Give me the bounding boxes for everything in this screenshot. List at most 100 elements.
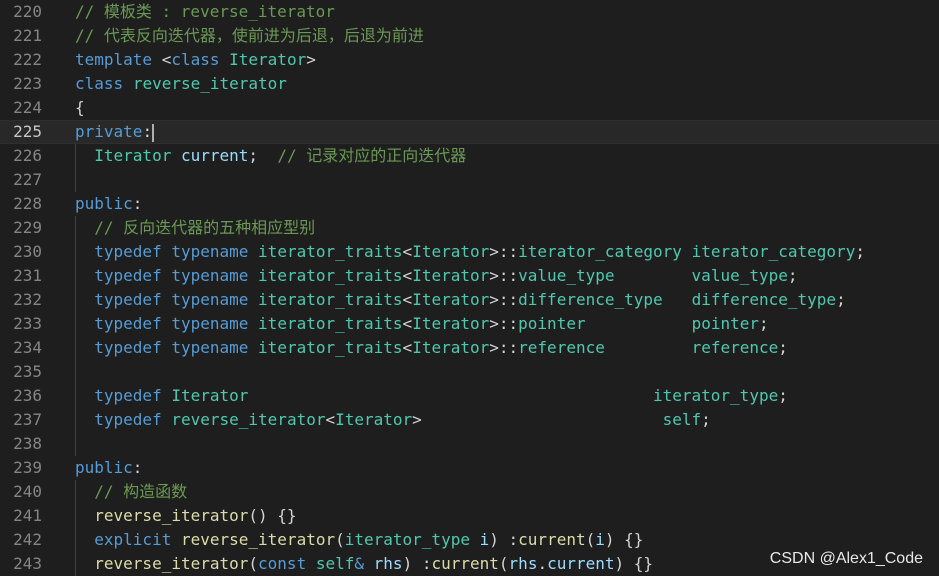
line-code: reverse_iterator() {} [75, 504, 297, 528]
code-token: const [258, 554, 307, 573]
line-code: typedef typename iterator_traits<Iterato… [75, 336, 788, 360]
code-token: < [402, 242, 413, 261]
code-line[interactable]: 228 public: [0, 192, 939, 216]
code-token: Iterator [335, 410, 413, 429]
code-line[interactable]: 230 typedef typename iterator_traits<Ite… [0, 240, 939, 264]
code-token: pointer [518, 314, 586, 333]
code-token: reverse_iterator [171, 410, 326, 429]
line-number: 237 [13, 410, 42, 429]
code-token: iterator_type [344, 530, 470, 549]
code-token: typedef [94, 410, 162, 429]
line-number: 239 [13, 458, 42, 477]
line-number: 228 [13, 194, 42, 213]
line-number: 230 [13, 242, 42, 261]
code-token: template [75, 50, 153, 69]
line-number: 236 [13, 386, 42, 405]
code-line[interactable]: 238 [0, 432, 939, 456]
line-code: private: [75, 121, 155, 143]
line-number: 242 [13, 530, 42, 549]
code-token: Iterator [412, 314, 490, 333]
code-line[interactable]: 220 // 模板类 : reverse_iterator [0, 0, 939, 24]
code-token: { [75, 98, 85, 117]
line-code: public: [75, 192, 142, 216]
code-line[interactable]: 229 // 反向迭代器的五种相应型别 [0, 216, 939, 240]
line-number: 238 [13, 434, 42, 453]
code-token: () {} [248, 506, 297, 525]
code-token: ; [759, 314, 769, 333]
code-line[interactable]: 235 [0, 360, 939, 384]
code-line[interactable]: 227 [0, 168, 939, 192]
code-token: ( [335, 530, 345, 549]
code-line[interactable]: 225 private: [0, 120, 939, 144]
line-number: 243 [13, 554, 42, 573]
code-token: ; [836, 290, 846, 309]
line-number: 229 [13, 218, 42, 237]
code-line[interactable]: 239 public: [0, 456, 939, 480]
code-token: typedef [94, 290, 162, 309]
code-token: rhs [373, 554, 403, 573]
code-token: self [662, 410, 702, 429]
code-token: reverse_iterator [132, 74, 287, 93]
code-token: class [75, 74, 124, 93]
code-token: current [547, 554, 615, 573]
code-line[interactable]: 236 typedef Iterator iterator_type; [0, 384, 939, 408]
code-token: ; [787, 266, 798, 285]
code-token: typename [171, 314, 249, 333]
line-code: reverse_iterator(const self& rhs) :curre… [75, 552, 653, 576]
code-token: Iterator [171, 386, 249, 405]
code-token: iterator_category [518, 242, 682, 261]
code-token: iterator_traits [258, 266, 403, 285]
code-line[interactable]: 241 reverse_iterator() {} [0, 504, 939, 528]
line-number: 234 [13, 338, 42, 357]
code-line[interactable]: 231 typedef typename iterator_traits<Ite… [0, 264, 939, 288]
line-number: 240 [13, 482, 42, 501]
code-token: Iterator [94, 146, 172, 165]
code-line[interactable]: 223 class reverse_iterator [0, 72, 939, 96]
line-code: template <class Iterator> [75, 48, 316, 72]
code-token: i [595, 530, 605, 549]
text-cursor [152, 123, 155, 142]
line-code: typedef reverse_iterator<Iterator> self; [75, 408, 711, 432]
code-line[interactable]: 226 Iterator current; // 记录对应的正向迭代器 [0, 144, 939, 168]
code-token: Iterator [412, 338, 490, 357]
code-token: < [152, 50, 172, 69]
code-line[interactable]: 221 // 代表反向迭代器，使前进为后退，后退为前进 [0, 24, 939, 48]
code-line[interactable]: 233 typedef typename iterator_traits<Ite… [0, 312, 939, 336]
code-token: typename [171, 290, 249, 309]
code-line[interactable]: 234 typedef typename iterator_traits<Ite… [0, 336, 939, 360]
code-token: typename [171, 242, 249, 261]
code-token: explicit [94, 530, 172, 549]
code-line[interactable]: 232 typedef typename iterator_traits<Ite… [0, 288, 939, 312]
code-token: typedef [94, 242, 162, 261]
code-token: // 模板类 : reverse_iterator [75, 2, 335, 21]
line-number: 233 [13, 314, 42, 333]
code-token: current [431, 554, 499, 573]
code-line[interactable]: 242 explicit reverse_iterator(iterator_t… [0, 528, 939, 552]
code-line[interactable]: 237 typedef reverse_iterator<Iterator> s… [0, 408, 939, 432]
line-number: 241 [13, 506, 42, 525]
code-token: self [315, 554, 355, 573]
code-line[interactable]: 240 // 构造函数 [0, 480, 939, 504]
line-code: // 构造函数 [75, 480, 187, 504]
code-token: i [479, 530, 490, 549]
code-line[interactable]: 224 { [0, 96, 939, 120]
code-editor[interactable]: 220 // 模板类 : reverse_iterator 221 // 代表反向迭代… [0, 0, 939, 576]
code-token: . [537, 554, 548, 573]
code-token: // 构造函数 [94, 482, 188, 501]
code-line[interactable]: 222 template <class Iterator> [0, 48, 939, 72]
code-token: reverse_iterator [94, 554, 249, 573]
